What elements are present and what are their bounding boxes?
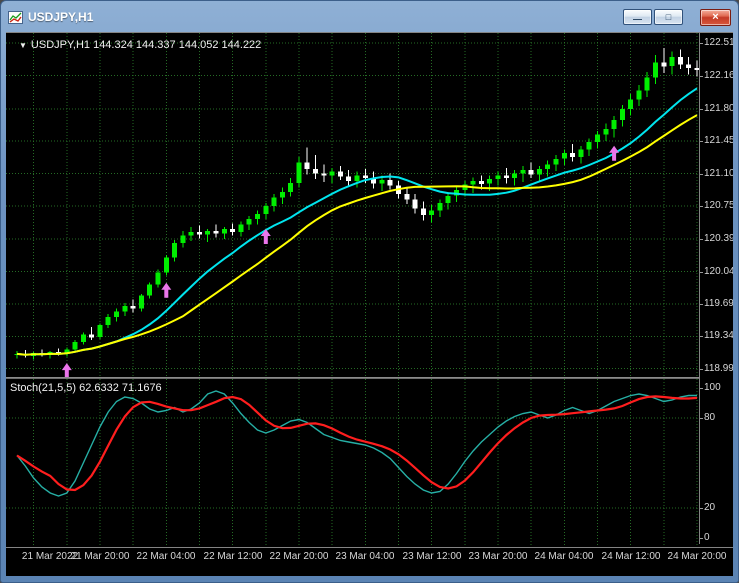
price-axis-label: 122.510 [699,37,733,49]
price-axis-label: 121.100 [699,168,733,180]
chart-window-icon [8,10,23,24]
minimize-button[interactable]: — [623,9,652,25]
stochastic-plot[interactable] [6,379,699,547]
minimize-icon: — [633,13,642,24]
window-title: USDJPY,H1 [28,10,94,24]
price-axis-label: 121.800 [699,103,733,115]
titlebar[interactable]: USDJPY,H1 — □ × [5,3,734,31]
price-chart-pane[interactable]: ▼ USDJPY,H1 144.324 144.337 144.052 144.… [6,33,699,377]
price-axis-label: 119.340 [699,330,733,342]
close-button[interactable]: × [700,8,731,26]
stochastic-pane[interactable]: Stoch(21,5,5) 62.6332 71.1676 [6,379,699,547]
price-axis-label: 120.390 [699,233,733,245]
window-controls: — □ × [623,8,731,26]
stoch-axis-label: 100 [700,382,721,393]
chart-client-area: ▼ USDJPY,H1 144.324 144.337 144.052 144.… [6,32,733,576]
price-axis-label: 120.750 [699,200,733,212]
close-icon: × [712,11,719,23]
price-axis-label: 121.450 [699,135,733,147]
chart-window: USDJPY,H1 — □ × ▼ USDJPY,H1 144.324 144.… [0,0,739,583]
stoch-axis-label: 80 [699,412,716,423]
price-axis-label: 122.160 [699,70,733,82]
candlestick-plot[interactable] [6,33,699,377]
restore-icon: □ [665,11,672,22]
time-axis[interactable]: 21 Mar 2022 21 Mar 20:00 22 Mar 04:00 22 Ma… [6,547,733,576]
price-axis-label: 118.990 [699,363,733,375]
price-axis[interactable]: 122.510 122.160 121.800 121.450 121.100 120.7… [699,33,733,544]
restore-button[interactable]: □ [654,9,683,25]
stoch-axis-label: 20 [699,502,716,513]
price-axis-label: 120.040 [699,266,733,278]
price-axis-label: 119.690 [699,298,733,310]
time-axis-label: 24 Mar 20:00 [667,551,727,562]
stoch-axis-label: 0 [700,532,710,543]
